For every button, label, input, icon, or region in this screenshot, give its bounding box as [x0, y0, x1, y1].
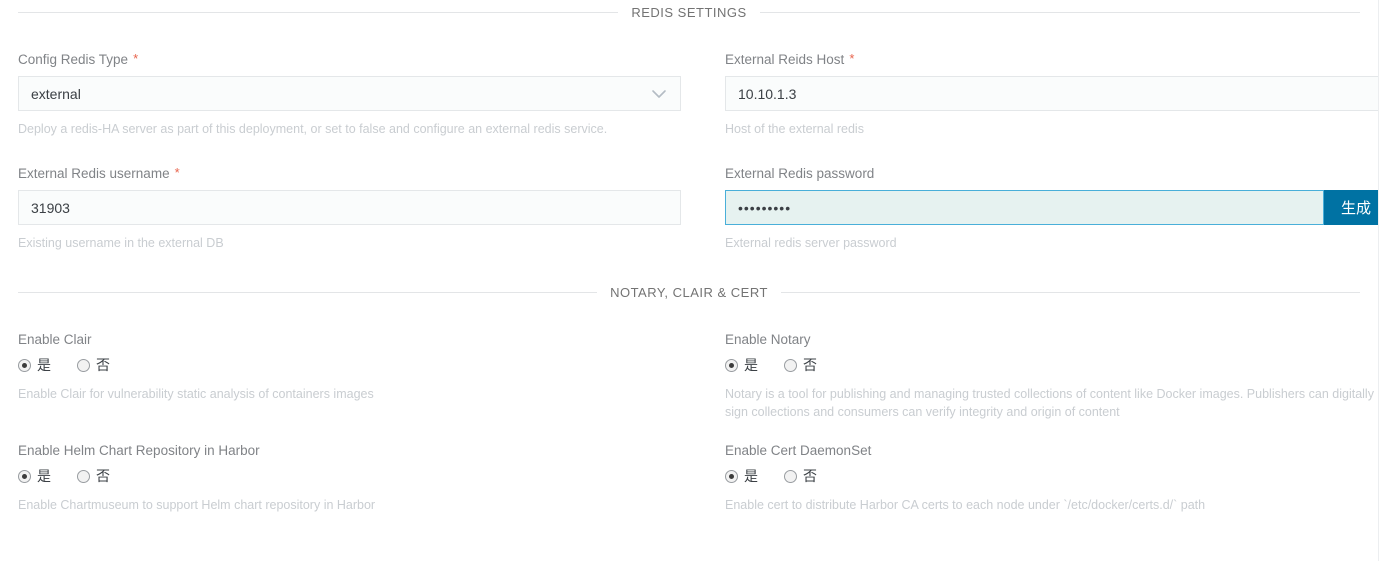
radio-label-text: 是: [37, 357, 51, 373]
radio-indicator: [18, 358, 31, 372]
radio-enable-clair-no[interactable]: 否: [77, 357, 110, 373]
section-rule-left: [18, 11, 619, 13]
notary-row-1: Enable Clair 是 否 Enable Clair for vulner…: [18, 332, 1374, 421]
radio-group-enable-notary: 是 否: [725, 354, 1384, 376]
label-text: Config Redis Type: [18, 52, 129, 67]
input-external-redis-username[interactable]: [18, 190, 681, 225]
radio-enable-helm-chart-repo-yes[interactable]: 是: [18, 468, 51, 484]
section-title-redis: REDIS SETTINGS: [631, 4, 747, 20]
helper-enable-clair: Enable Clair for vulnerability static an…: [18, 387, 374, 401]
select-config-redis-type[interactable]: [18, 76, 681, 111]
field-enable-notary: Enable Notary 是 否 Notary is a tool for p…: [725, 332, 1384, 421]
input-external-redis-host[interactable]: [725, 76, 1384, 111]
radio-label-text: 否: [96, 468, 110, 484]
helper-external-redis-password: External redis server password: [725, 236, 897, 250]
label-enable-clair: Enable Clair: [18, 332, 92, 347]
label-config-redis-type: Config Redis Type *: [18, 51, 681, 68]
radio-indicator: [18, 469, 31, 483]
radio-enable-helm-chart-repo-no[interactable]: 否: [77, 468, 110, 484]
field-config-redis-type: Config Redis Type * Deploy a redis-HA ser…: [18, 51, 681, 138]
field-enable-clair: Enable Clair 是 否 Enable Clair for vulner…: [18, 332, 681, 421]
label-enable-cert-daemonset: Enable Cert DaemonSet: [725, 443, 872, 458]
section-header-redis: REDIS SETTINGS: [18, 0, 1361, 24]
section-rule-right: [780, 291, 1361, 293]
helper-enable-notary: Notary is a tool for publishing and mana…: [725, 387, 1374, 419]
radio-group-enable-helm-chart-repo: 是 否: [18, 465, 681, 487]
generate-password-button[interactable]: 生成: [1324, 190, 1384, 225]
redis-row-1: Config Redis Type * Deploy a redis-HA ser…: [18, 51, 1384, 138]
label-text: External Redis username: [18, 166, 170, 181]
field-external-redis-username: External Redis username * Existing userna…: [18, 165, 681, 252]
section-rule-left: [18, 291, 598, 293]
radio-label-text: 否: [803, 357, 817, 373]
required-asterisk: *: [849, 51, 855, 66]
radio-enable-cert-daemonset-yes[interactable]: 是: [725, 468, 758, 484]
radio-indicator: [725, 358, 738, 372]
radio-enable-cert-daemonset-no[interactable]: 否: [784, 468, 817, 484]
radio-label-text: 是: [744, 468, 758, 484]
field-enable-cert-daemonset: Enable Cert DaemonSet 是 否 Enable cert to…: [725, 443, 1384, 514]
radio-label-text: 否: [96, 357, 110, 373]
label-text: External Redis password: [725, 166, 875, 181]
radio-label-text: 否: [803, 468, 817, 484]
helper-enable-helm-chart-repo: Enable Chartmuseum to support Helm chart…: [18, 498, 376, 512]
input-external-redis-password[interactable]: [725, 190, 1324, 225]
label-external-redis-password: External Redis password: [725, 166, 1384, 182]
helper-config-redis-type: Deploy a redis-HA server as part of this…: [18, 122, 608, 136]
helper-enable-cert-daemonset: Enable cert to distribute Harbor CA cert…: [725, 498, 1206, 512]
label-external-redis-host: External Reids Host *: [725, 51, 1384, 68]
redis-row-2: External Redis username * Existing userna…: [18, 165, 1384, 252]
section-header-notary: NOTARY, CLAIR & CERT: [18, 280, 1361, 304]
radio-indicator: [725, 469, 738, 483]
radio-indicator: [784, 469, 797, 483]
label-text: External Reids Host: [725, 52, 845, 67]
helper-external-redis-host: Host of the external redis: [725, 122, 864, 136]
label-enable-helm-chart-repo: Enable Helm Chart Repository in Harbor: [18, 443, 260, 458]
radio-group-enable-clair: 是 否: [18, 354, 681, 376]
field-external-redis-host: External Reids Host * Host of the externa…: [725, 51, 1384, 138]
label-external-redis-username: External Redis username *: [18, 165, 681, 182]
radio-group-enable-cert-daemonset: 是 否: [725, 465, 1384, 487]
field-enable-helm-chart-repo: Enable Helm Chart Repository in Harbor 是…: [18, 443, 681, 514]
radio-indicator: [77, 469, 90, 483]
radio-label-text: 是: [37, 468, 51, 484]
required-asterisk: *: [174, 165, 180, 180]
radio-label-text: 是: [744, 357, 758, 373]
required-asterisk: *: [133, 51, 139, 66]
settings-form: REDIS SETTINGS Config Redis Type * exter…: [0, 0, 1384, 514]
radio-indicator: [77, 358, 90, 372]
radio-enable-notary-yes[interactable]: 是: [725, 357, 758, 373]
section-title-notary: NOTARY, CLAIR & CERT: [610, 284, 768, 300]
label-enable-notary: Enable Notary: [725, 332, 811, 347]
section-rule-right: [759, 11, 1361, 13]
radio-enable-notary-no[interactable]: 否: [784, 357, 817, 373]
right-scroll-gutter: [1378, 0, 1384, 561]
notary-row-2: Enable Helm Chart Repository in Harbor 是…: [18, 443, 1360, 514]
field-external-redis-password: External Redis password 生成 External redi…: [725, 166, 1384, 252]
radio-enable-clair-yes[interactable]: 是: [18, 357, 51, 373]
radio-indicator: [784, 358, 797, 372]
helper-external-redis-username: Existing username in the external DB: [18, 236, 224, 250]
